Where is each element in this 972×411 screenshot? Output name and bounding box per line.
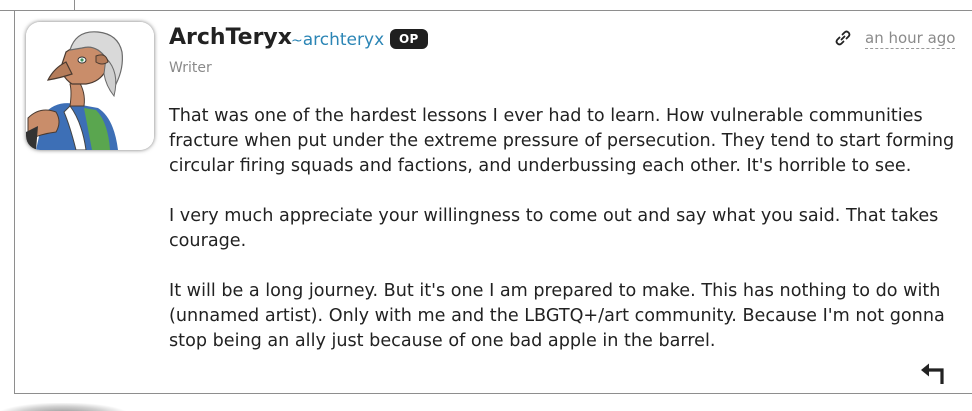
avatar[interactable]	[26, 22, 154, 150]
next-comment-avatar-edge	[0, 403, 126, 411]
handle-prefix: ~	[291, 33, 303, 49]
author-role: Writer	[169, 60, 212, 76]
author-handle-link[interactable]: ~archteryx	[291, 29, 384, 52]
comment-paragraph: I very much appreciate your willingness …	[169, 206, 939, 251]
link-icon[interactable]	[833, 28, 853, 48]
anthro-character-avatar-icon	[26, 22, 154, 150]
page: ArchTeryx ~archteryx OP Writer an hour a…	[0, 0, 972, 411]
previous-comment-divider	[74, 0, 75, 10]
timestamp-link[interactable]: an hour ago	[865, 28, 956, 49]
author-name[interactable]: ArchTeryx	[169, 25, 292, 51]
author-handle: archteryx	[302, 30, 385, 50]
previous-comment-edge	[0, 0, 14, 11]
comment-card: ArchTeryx ~archteryx OP Writer an hour a…	[14, 10, 972, 394]
comment-paragraph: That was one of the hardest lessons I ev…	[169, 106, 955, 176]
op-badge: OP	[390, 29, 428, 49]
comment-body: That was one of the hardest lessons I ev…	[169, 104, 959, 379]
reply-arrow-icon[interactable]	[918, 360, 946, 388]
comment-paragraph: It will be a long journey. But it's one …	[169, 281, 945, 351]
